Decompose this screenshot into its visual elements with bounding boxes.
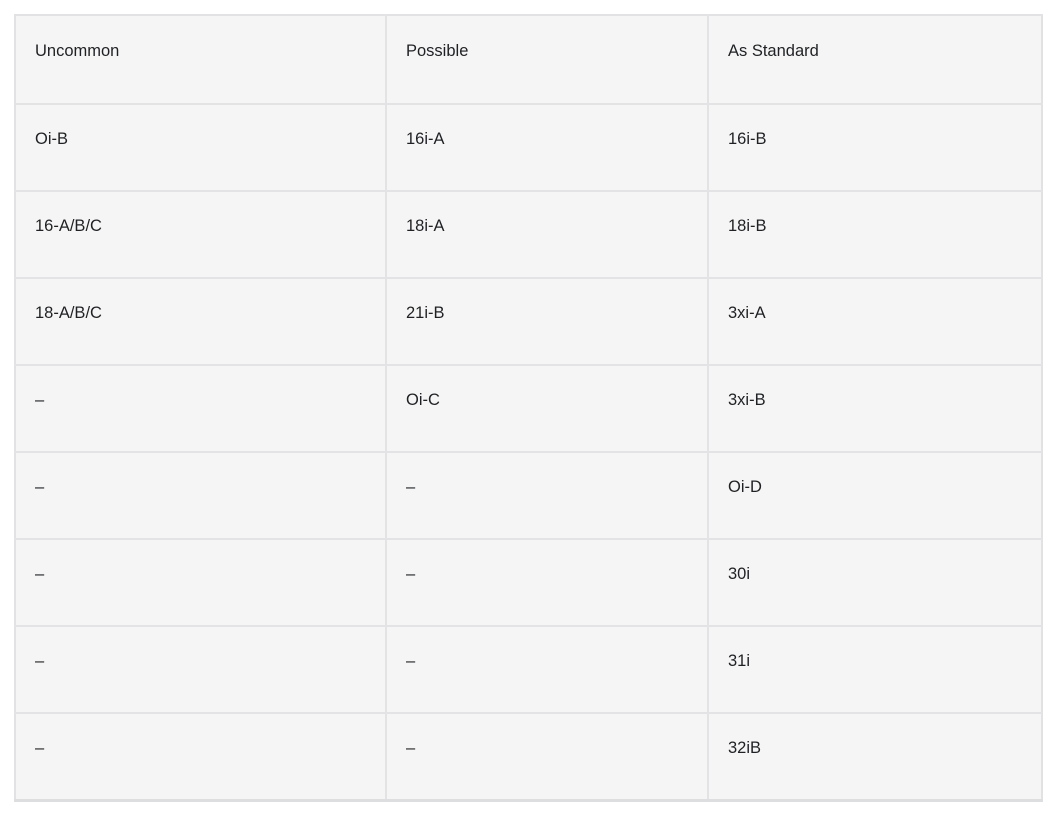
cell-uncommon-value: 16-A/B/C xyxy=(35,217,102,235)
cell-uncommon: – xyxy=(15,713,387,800)
cell-possible: – xyxy=(386,539,709,627)
cell-as-standard: 3xi-A xyxy=(708,278,1042,366)
table-row: – – 32iB xyxy=(15,713,1042,800)
cell-uncommon-value: – xyxy=(35,478,45,496)
cell-as-standard: 31i xyxy=(708,626,1042,714)
cell-uncommon: – xyxy=(15,626,387,714)
cell-possible-value: – xyxy=(406,739,416,757)
cell-uncommon: – xyxy=(15,365,387,453)
page-root: Uncommon Possible As Standard Oi-B 16i-A… xyxy=(0,0,1064,826)
cell-possible: – xyxy=(386,626,709,714)
table-row: – – Oi-D xyxy=(15,452,1042,540)
cell-possible: – xyxy=(386,452,709,540)
table-body: Oi-B 16i-A 16i-B 16-A/B/C 18i-A 18i-B 18… xyxy=(15,104,1042,800)
cell-as-standard: 32iB xyxy=(708,713,1042,800)
table-row: 18-A/B/C 21i-B 3xi-A xyxy=(15,278,1042,366)
cell-as-standard: 16i-B xyxy=(708,104,1042,192)
cell-as-standard: Oi-D xyxy=(708,452,1042,540)
cell-as-standard: 18i-B xyxy=(708,191,1042,279)
cell-uncommon-value: – xyxy=(35,391,45,409)
cell-uncommon-value: Oi-B xyxy=(35,130,68,148)
cell-uncommon-value: 18-A/B/C xyxy=(35,304,102,322)
cell-possible-value: Oi-C xyxy=(406,391,440,409)
cell-uncommon-value: – xyxy=(35,565,45,583)
cell-uncommon: – xyxy=(15,539,387,627)
column-header-uncommon-label: Uncommon xyxy=(35,42,120,60)
comparison-table: Uncommon Possible As Standard Oi-B 16i-A… xyxy=(14,14,1043,802)
cell-as-standard-value: 31i xyxy=(728,652,751,670)
table-row: Oi-B 16i-A 16i-B xyxy=(15,104,1042,192)
table-row: – – 31i xyxy=(15,626,1042,714)
cell-as-standard-value: 16i-B xyxy=(728,130,767,148)
cell-uncommon: Oi-B xyxy=(15,104,387,192)
cell-possible-value: – xyxy=(406,478,416,496)
cell-possible-value: – xyxy=(406,565,416,583)
table-header: Uncommon Possible As Standard xyxy=(15,15,1042,105)
cell-uncommon-value: – xyxy=(35,652,45,670)
cell-possible-value: 21i-B xyxy=(406,304,445,322)
cell-uncommon: – xyxy=(15,452,387,540)
cell-as-standard-value: 18i-B xyxy=(728,217,767,235)
cell-as-standard-value: 3xi-A xyxy=(728,304,766,322)
cell-as-standard-value: Oi-D xyxy=(728,478,762,496)
table-header-row: Uncommon Possible As Standard xyxy=(15,15,1042,105)
cell-possible-value: 16i-A xyxy=(406,130,445,148)
column-header-uncommon: Uncommon xyxy=(15,15,387,105)
table-row: – – 30i xyxy=(15,539,1042,627)
cell-as-standard: 3xi-B xyxy=(708,365,1042,453)
cell-as-standard-value: 3xi-B xyxy=(728,391,766,409)
cell-as-standard-value: 30i xyxy=(728,565,751,583)
cell-possible: 16i-A xyxy=(386,104,709,192)
cell-possible: 18i-A xyxy=(386,191,709,279)
comparison-table-container: Uncommon Possible As Standard Oi-B 16i-A… xyxy=(14,14,1043,802)
cell-as-standard: 30i xyxy=(708,539,1042,627)
cell-possible: 21i-B xyxy=(386,278,709,366)
column-header-as-standard: As Standard xyxy=(708,15,1042,105)
table-row: – Oi-C 3xi-B xyxy=(15,365,1042,453)
cell-possible-value: 18i-A xyxy=(406,217,445,235)
cell-uncommon-value: – xyxy=(35,739,45,757)
column-header-possible: Possible xyxy=(386,15,709,105)
column-header-as-standard-label: As Standard xyxy=(728,42,819,60)
cell-possible-value: – xyxy=(406,652,416,670)
cell-uncommon: 16-A/B/C xyxy=(15,191,387,279)
table-row: 16-A/B/C 18i-A 18i-B xyxy=(15,191,1042,279)
cell-uncommon: 18-A/B/C xyxy=(15,278,387,366)
cell-as-standard-value: 32iB xyxy=(728,739,762,757)
cell-possible: Oi-C xyxy=(386,365,709,453)
column-header-possible-label: Possible xyxy=(406,42,469,60)
cell-possible: – xyxy=(386,713,709,800)
